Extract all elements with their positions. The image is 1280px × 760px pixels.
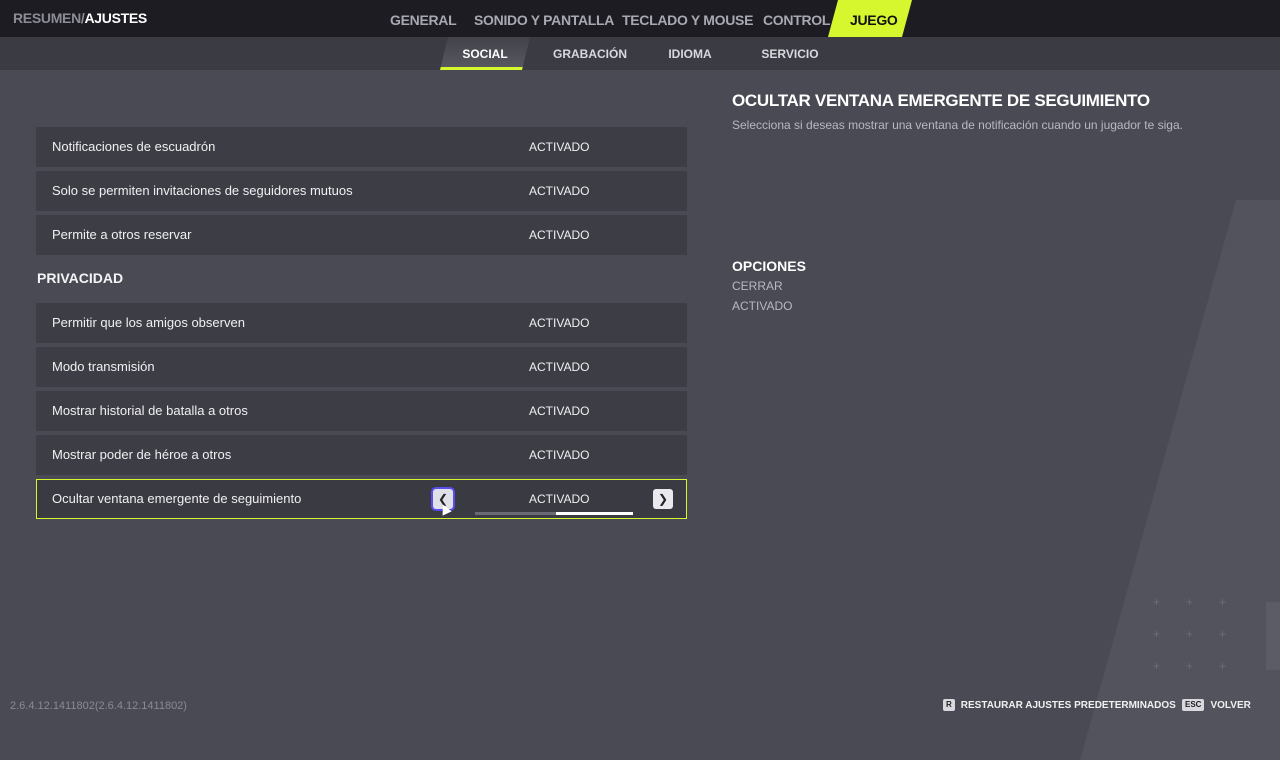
- detail-description: Selecciona si deseas mostrar una ventana…: [732, 118, 1183, 132]
- setting-label: Notificaciones de escuadrón: [52, 139, 216, 154]
- options-title: OPCIONES: [732, 258, 806, 274]
- setting-row[interactable]: Permitir que los amigos observen ACTIVAD…: [36, 303, 687, 343]
- top-navigation-bar: RESUMEN/AJUSTES GENERAL SONIDO Y PANTALL…: [0, 0, 1280, 37]
- setting-label: Mostrar poder de héroe a otros: [52, 447, 232, 462]
- setting-value: ACTIVADO: [529, 448, 590, 462]
- tab-control[interactable]: CONTROL: [763, 0, 830, 37]
- setting-value: ACTIVADO: [529, 140, 590, 154]
- setting-label: Solo se permiten invitaciones de seguido…: [52, 183, 353, 198]
- plus-icon: +: [1186, 595, 1194, 609]
- plus-icon: +: [1186, 659, 1194, 673]
- setting-value: ACTIVADO: [529, 404, 590, 418]
- setting-value: ACTIVADO: [529, 360, 590, 374]
- plus-icon: +: [1219, 595, 1227, 609]
- version-label: 2.6.4.12.1411802(2.6.4.12.1411802): [10, 700, 187, 712]
- breadcrumb: RESUMEN/AJUSTES: [13, 10, 147, 26]
- plus-icon: +: [1153, 595, 1161, 609]
- option-item: CERRAR: [732, 279, 783, 293]
- back-button[interactable]: ESC VOLVER: [1182, 699, 1251, 711]
- setting-label: Permite a otros reservar: [52, 227, 192, 242]
- subtab-social[interactable]: SOCIAL: [440, 37, 530, 70]
- tab-game[interactable]: JUEGO: [828, 0, 912, 37]
- setting-label: Modo transmisión: [52, 359, 155, 374]
- setting-row[interactable]: Mostrar historial de batalla a otros ACT…: [36, 391, 687, 431]
- subtab-recording[interactable]: GRABACIÓN: [548, 37, 632, 70]
- sub-navigation-bar: SOCIAL GRABACIÓN IDIOMA SERVICIO: [0, 37, 1280, 70]
- restore-defaults-label: RESTAURAR AJUSTES PREDETERMINADOS: [960, 700, 1176, 711]
- option-item: ACTIVADO: [732, 299, 793, 313]
- tab-general[interactable]: GENERAL: [390, 0, 457, 37]
- plus-icon: +: [1219, 627, 1227, 641]
- subtab-service[interactable]: SERVICIO: [750, 37, 830, 70]
- background-decoration: [1080, 200, 1280, 760]
- section-title-privacy: PRIVACIDAD: [37, 270, 124, 286]
- plus-icon: +: [1153, 627, 1161, 641]
- option-indicator-fill: [556, 512, 633, 515]
- key-hint: R: [943, 699, 955, 711]
- tab-sound-display[interactable]: SONIDO Y PANTALLA: [474, 0, 614, 37]
- side-tab[interactable]: [1266, 602, 1280, 670]
- option-indicator: [475, 512, 633, 515]
- setting-value: ACTIVADO: [529, 316, 590, 330]
- setting-row[interactable]: Permite a otros reservar ACTIVADO: [36, 215, 687, 255]
- plus-icon: +: [1153, 659, 1161, 673]
- chevron-right-icon[interactable]: ❯: [653, 489, 673, 509]
- plus-icon: +: [1219, 659, 1227, 673]
- setting-label: Ocultar ventana emergente de seguimiento: [52, 491, 302, 506]
- setting-row-selected[interactable]: Ocultar ventana emergente de seguimiento…: [36, 479, 687, 519]
- setting-row[interactable]: Mostrar poder de héroe a otros ACTIVADO: [36, 435, 687, 475]
- back-label: VOLVER: [1210, 700, 1251, 711]
- plus-icon: +: [1186, 627, 1194, 641]
- setting-row[interactable]: Modo transmisión ACTIVADO: [36, 347, 687, 387]
- key-hint: ESC: [1182, 699, 1205, 711]
- setting-value: ACTIVADO: [529, 184, 590, 198]
- setting-value: ACTIVADO: [529, 228, 590, 242]
- setting-row[interactable]: Notificaciones de escuadrón ACTIVADO: [36, 127, 687, 167]
- setting-row[interactable]: Solo se permiten invitaciones de seguido…: [36, 171, 687, 211]
- restore-defaults-button[interactable]: R RESTAURAR AJUSTES PREDETERMINADOS: [943, 699, 1176, 711]
- tab-keyboard-mouse[interactable]: TECLADO Y MOUSE: [622, 0, 753, 37]
- detail-title: OCULTAR VENTANA EMERGENTE DE SEGUIMIENTO: [732, 91, 1150, 110]
- breadcrumb-parent[interactable]: RESUMEN/: [13, 10, 85, 26]
- setting-label: Mostrar historial de batalla a otros: [52, 403, 248, 418]
- setting-label: Permitir que los amigos observen: [52, 315, 245, 330]
- subtab-language[interactable]: IDIOMA: [650, 37, 730, 70]
- breadcrumb-current: AJUSTES: [84, 10, 148, 26]
